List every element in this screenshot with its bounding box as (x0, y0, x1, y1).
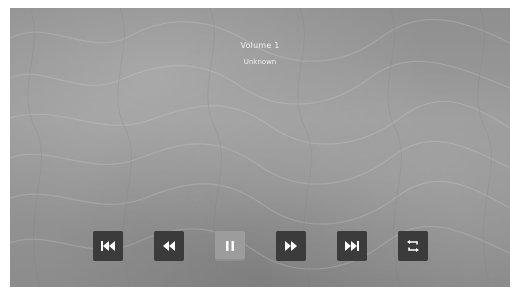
pause-button[interactable] (215, 231, 245, 261)
track-title: Volume 1 (240, 41, 280, 50)
video-player[interactable]: Volume 1 Unknown (10, 8, 510, 287)
rewind-button[interactable] (154, 231, 184, 261)
rewind-icon (163, 241, 175, 251)
skip-next-icon (345, 241, 359, 251)
fast-forward-icon (285, 241, 297, 251)
skip-previous-button[interactable] (93, 231, 123, 261)
track-artist: Unknown (243, 58, 277, 66)
pause-icon (226, 241, 234, 251)
repeat-icon (407, 240, 419, 252)
fast-forward-button[interactable] (276, 231, 306, 261)
playback-controls (93, 231, 433, 261)
skip-next-button[interactable] (337, 231, 367, 261)
skip-previous-icon (101, 241, 115, 251)
repeat-button[interactable] (398, 231, 428, 261)
